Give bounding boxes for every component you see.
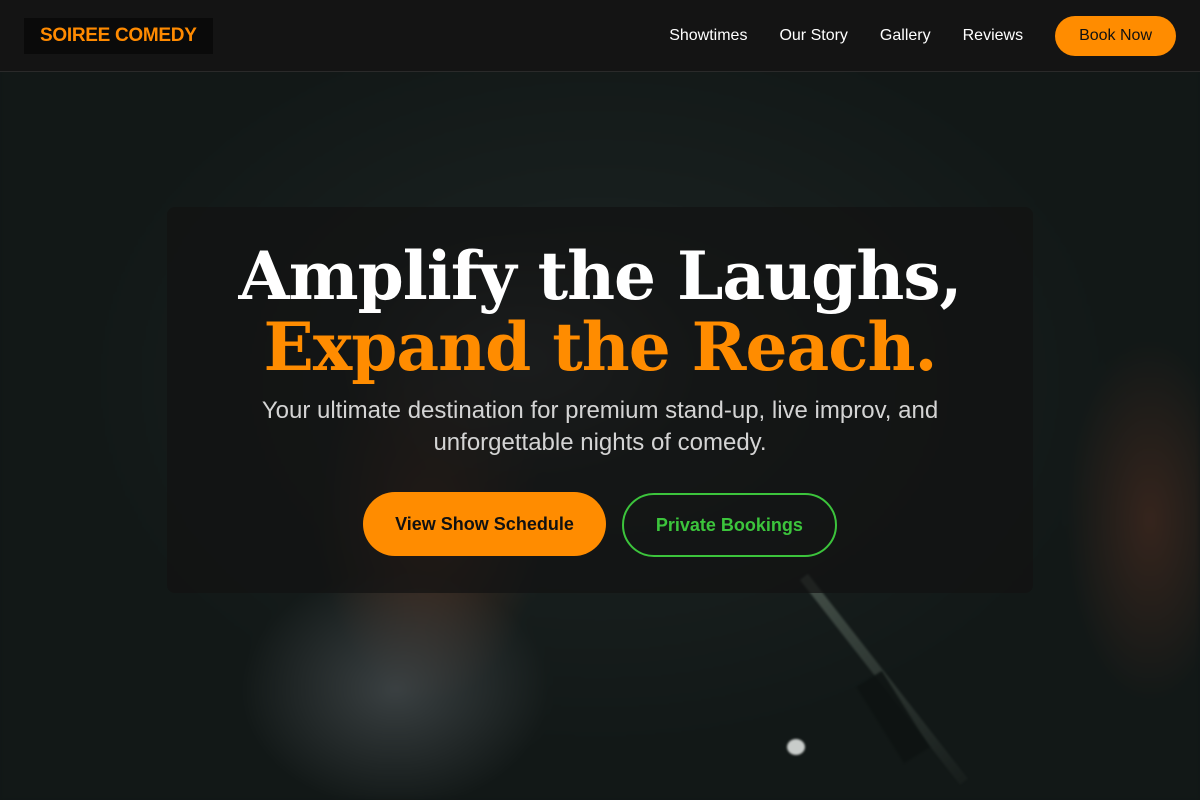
view-show-schedule-button[interactable]: View Show Schedule bbox=[363, 492, 606, 556]
book-now-button[interactable]: Book Now bbox=[1055, 15, 1176, 56]
nav-link-showtimes[interactable]: Showtimes bbox=[669, 27, 747, 45]
brand-logo[interactable]: SOIREE COMEDY bbox=[24, 17, 213, 54]
microphone-highlight-graphic bbox=[787, 739, 805, 755]
nav-link-gallery[interactable]: Gallery bbox=[880, 27, 931, 45]
private-bookings-button[interactable]: Private Bookings bbox=[621, 493, 837, 557]
headline-line-1: Amplify the Laughs, bbox=[238, 237, 963, 315]
nav-link-our-story[interactable]: Our Story bbox=[779, 27, 847, 45]
nav-links: Showtimes Our Story Gallery Reviews bbox=[669, 27, 1023, 45]
hero-card: Amplify the Laughs, Expand the Reach. Yo… bbox=[167, 207, 1033, 593]
hero-subtitle: Your ultimate destination for premium st… bbox=[261, 397, 939, 456]
hero-cta-row: View Show Schedule Private Bookings bbox=[363, 491, 837, 557]
nav-link-reviews[interactable]: Reviews bbox=[963, 27, 1023, 45]
nav-right: Showtimes Our Story Gallery Reviews Book… bbox=[669, 15, 1176, 56]
navbar: SOIREE COMEDY Showtimes Our Story Galler… bbox=[0, 0, 1200, 72]
headline-line-2: Expand the Reach. bbox=[263, 308, 938, 386]
hero-headline: Amplify the Laughs, Expand the Reach. bbox=[238, 237, 963, 386]
landing-page: SOIREE COMEDY Showtimes Our Story Galler… bbox=[0, 0, 1200, 800]
